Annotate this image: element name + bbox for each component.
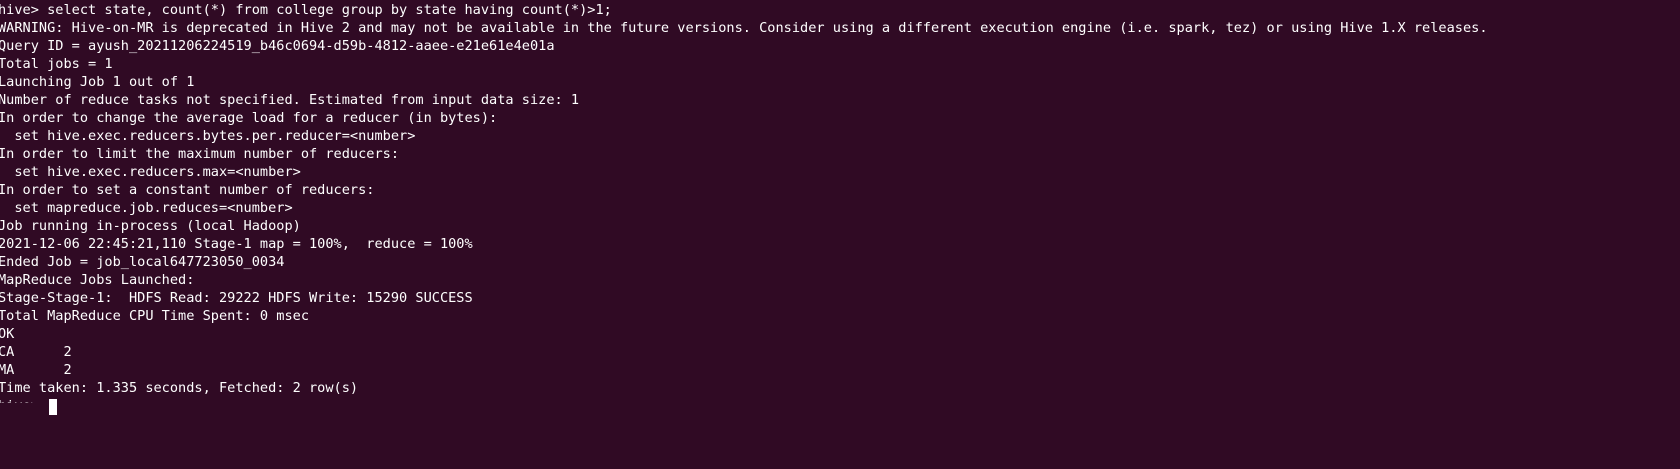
output-line: In order to set a constant number of red… bbox=[0, 182, 375, 198]
output-line: set mapreduce.job.reduces=<number> bbox=[0, 200, 293, 216]
output-line: Total jobs = 1 bbox=[0, 56, 113, 72]
result-row: CA 2 bbox=[0, 344, 72, 360]
result-row: MA 2 bbox=[0, 362, 72, 378]
output-line: MapReduce Jobs Launched: bbox=[0, 272, 195, 288]
stage-summary-line: Stage-Stage-1: HDFS Read: 29222 HDFS Wri… bbox=[0, 290, 473, 306]
warning-line: WARNING: Hive-on-MR is deprecated in Hiv… bbox=[0, 20, 1488, 36]
command-line: hive> select state, count(*) from colleg… bbox=[0, 2, 612, 18]
terminal-window[interactable]: hive> select state, count(*) from colleg… bbox=[0, 0, 1680, 415]
progress-line: 2021-12-06 22:45:21,110 Stage-1 map = 10… bbox=[0, 236, 473, 252]
output-line: In order to change the average load for … bbox=[0, 110, 498, 126]
status-ok-line: OK bbox=[0, 326, 15, 342]
text-cursor bbox=[49, 399, 57, 415]
output-line: Number of reduce tasks not specified. Es… bbox=[0, 92, 580, 108]
output-line: In order to limit the maximum number of … bbox=[0, 146, 400, 162]
output-line: set hive.exec.reducers.bytes.per.reducer… bbox=[0, 128, 416, 144]
output-line: Launching Job 1 out of 1 bbox=[0, 74, 195, 90]
input-prompt: hive> bbox=[0, 398, 48, 414]
time-taken-line: Time taken: 1.335 seconds, Fetched: 2 ro… bbox=[0, 380, 359, 396]
output-line: Ended Job = job_local647723050_0034 bbox=[0, 254, 285, 270]
query-id-line: Query ID = ayush_20211206224519_b46c0694… bbox=[0, 38, 555, 54]
output-line: set hive.exec.reducers.max=<number> bbox=[0, 164, 301, 180]
output-line: Job running in-process (local Hadoop) bbox=[0, 218, 301, 234]
output-line: Total MapReduce CPU Time Spent: 0 msec bbox=[0, 308, 309, 324]
input-prompt-line[interactable]: hive> bbox=[0, 397, 1680, 415]
